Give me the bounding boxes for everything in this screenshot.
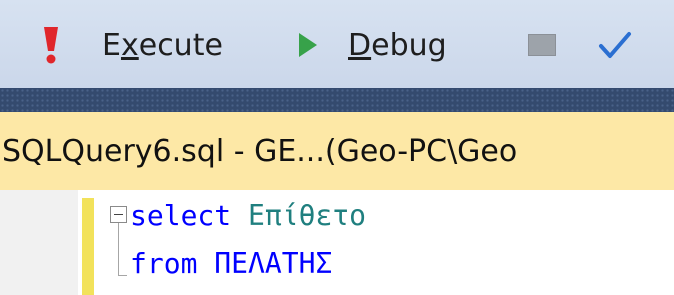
- editor-gutter: [0, 190, 78, 295]
- execute-label-accel: x: [120, 27, 139, 63]
- toolbar-divider: [0, 88, 674, 112]
- stop-square-icon: [528, 34, 556, 56]
- sql-identifier: Επίθετο: [248, 199, 367, 232]
- sql-editor-toolbar: Ex ecute Debug: [0, 0, 674, 88]
- code-line[interactable]: select Επίθετο: [130, 196, 366, 236]
- sql-keyword: from: [130, 247, 198, 280]
- code-line[interactable]: from ΠΕΛΑΤΗΣ: [130, 244, 332, 284]
- change-tracking-bar: [82, 198, 94, 295]
- document-tab-title: SQLQuery6.sql - GE...(Geo-PC\Geo: [2, 133, 518, 169]
- execute-label-post: ecute: [138, 27, 223, 63]
- checkmark-icon: [599, 32, 631, 58]
- execute-label-pre: E: [102, 27, 121, 63]
- exclamation-icon[interactable]: [40, 20, 74, 70]
- collapse-minus-icon[interactable]: [110, 206, 127, 223]
- debug-button[interactable]: Debug: [348, 20, 447, 70]
- document-tab[interactable]: SQLQuery6.sql - GE...(Geo-PC\Geo: [0, 112, 674, 192]
- stop-button[interactable]: [528, 20, 558, 70]
- sql-table-name: ΠΕΛΑΤΗΣ: [214, 247, 333, 280]
- execute-button[interactable]: Ex ecute: [102, 20, 223, 70]
- sql-keyword: select: [130, 199, 232, 232]
- debug-label-post: ebug: [371, 27, 447, 63]
- exclamation-icon-svg: [44, 27, 58, 64]
- outline-guide: [118, 223, 119, 275]
- debug-label-accel: D: [348, 27, 372, 63]
- play-triangle-icon[interactable]: [297, 20, 323, 70]
- query-editor[interactable]: select Επίθετο from ΠΕΛΑΤΗΣ: [0, 190, 674, 295]
- parse-button[interactable]: [598, 20, 634, 70]
- outline-guide-end: [118, 275, 127, 276]
- play-triangle-icon-svg: [299, 33, 317, 57]
